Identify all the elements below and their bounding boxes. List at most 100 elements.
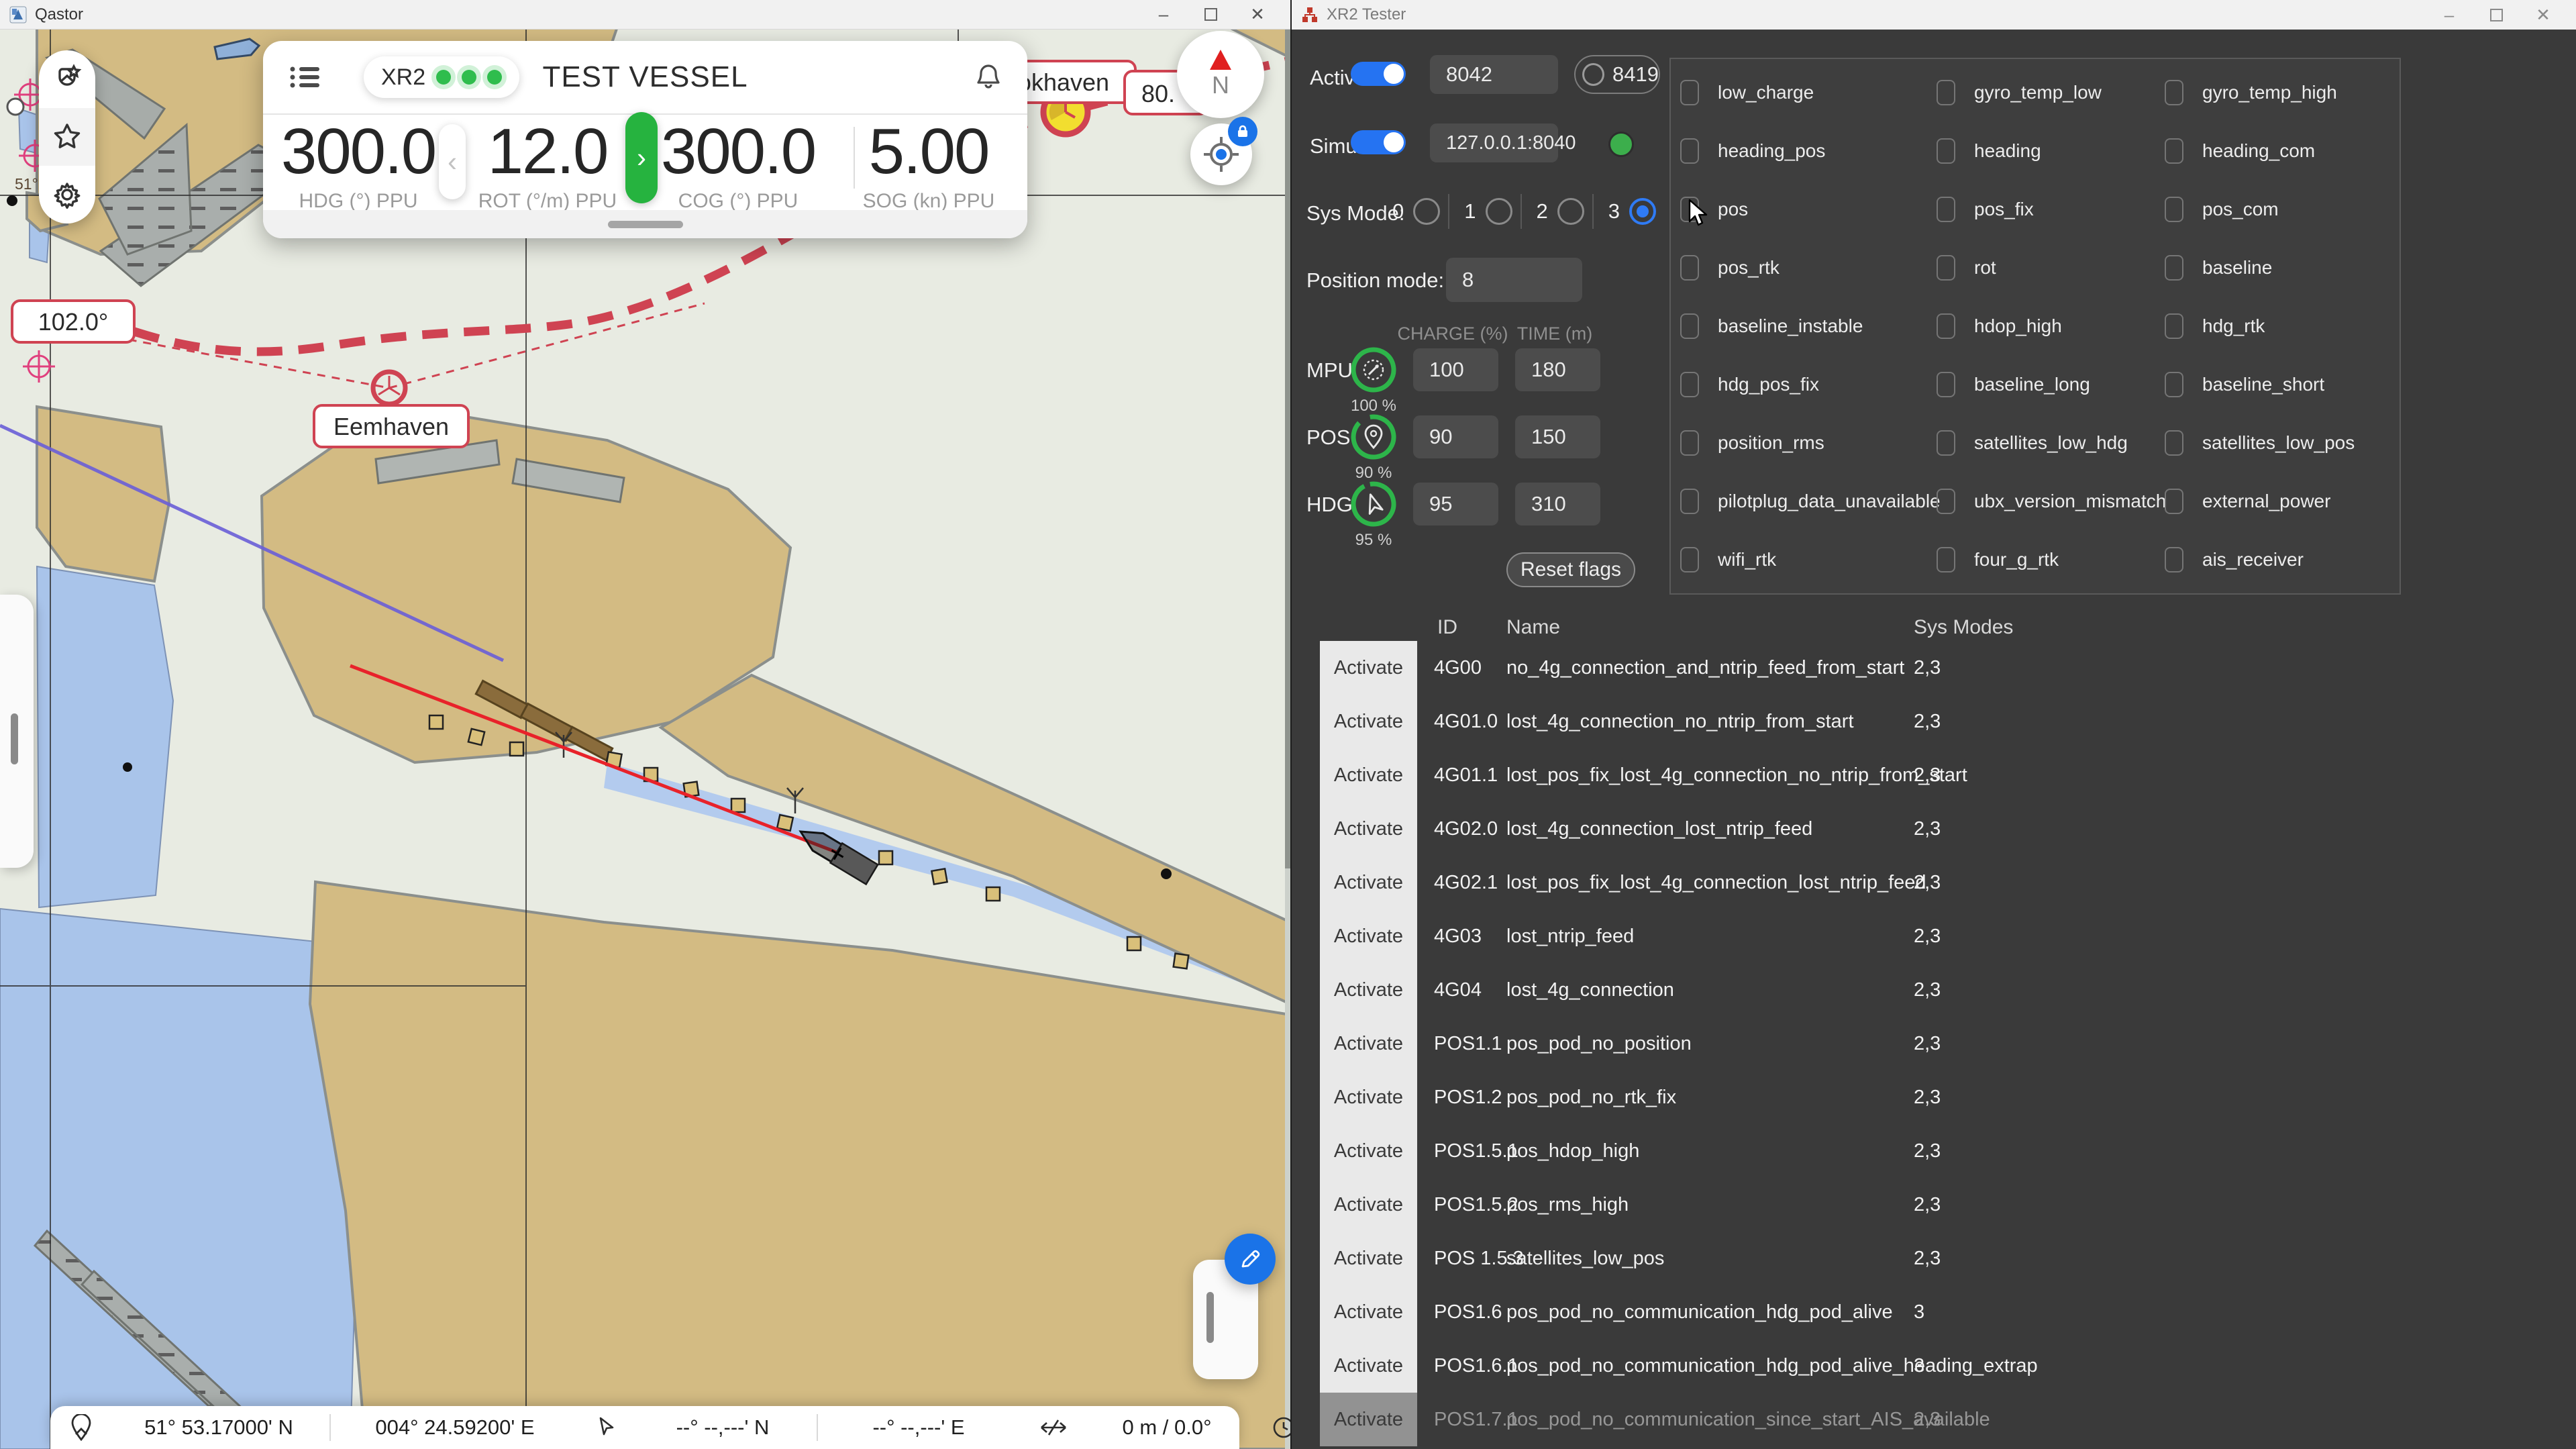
xr2-close-button[interactable]: ✕ [2520, 0, 2567, 30]
metric-rot: 12.0 ROT (°/m) PPU [460, 115, 635, 213]
settings-button[interactable] [39, 166, 95, 223]
scenario-id: POS1.6.1 [1434, 1354, 1518, 1377]
activate-button-POS 1.5.3[interactable]: Activate [1320, 1232, 1417, 1285]
pos-charge-input[interactable]: 90 [1413, 415, 1498, 458]
hdg-time-input[interactable]: 310 [1515, 483, 1600, 526]
sog-value: 5.00 [868, 115, 990, 187]
menu-icon[interactable] [289, 64, 323, 91]
drawer-handle[interactable] [11, 713, 18, 764]
flag-checkbox-rot[interactable] [1937, 254, 1955, 281]
xr2-window-title: XR2 Tester [1327, 5, 1406, 23]
flag-item-gyro_temp_low: gyro_temp_low [1937, 63, 2165, 121]
xr2-minimize-button[interactable]: – [2426, 0, 2473, 30]
map-scrollbar-thumb[interactable] [1285, 30, 1290, 868]
activate-button-4G01.0[interactable]: Activate [1320, 695, 1417, 748]
simulate-address-input[interactable]: 127.0.0.1:8040 [1430, 123, 1576, 162]
flag-label: heading_com [2202, 140, 2316, 161]
activate-button-POS1.2[interactable]: Activate [1320, 1070, 1417, 1124]
flag-checkbox-hdg_rtk[interactable] [2165, 313, 2183, 339]
flag-checkbox-position_rms[interactable] [1680, 430, 1699, 456]
activate-button-4G03[interactable]: Activate [1320, 909, 1417, 963]
locate-button[interactable] [1190, 117, 1257, 185]
panel-drag-handle[interactable] [607, 220, 683, 228]
flag-checkbox-ubx_version_mismatch[interactable] [1937, 489, 1955, 515]
flag-checkbox-pos_rtk[interactable] [1680, 254, 1699, 281]
flag-checkbox-heading_pos[interactable] [1680, 138, 1699, 164]
activate-button-4G02.0[interactable]: Activate [1320, 802, 1417, 856]
flag-checkbox-heading[interactable] [1937, 138, 1955, 164]
qastor-close-button[interactable]: ✕ [1234, 0, 1281, 30]
sys-mode-radio-3[interactable] [1629, 198, 1656, 225]
waypoint-label: Eemhaven [333, 413, 449, 440]
qastor-minimize-button[interactable]: – [1140, 0, 1187, 30]
scenario-name: no_4g_connection_and_ntrip_feed_from_sta… [1506, 656, 1905, 679]
chart-canvas[interactable]: 51° 102.0° Eemhaven Dokhaven 80. [0, 30, 1290, 1449]
sensor-name: POS [1306, 426, 1351, 449]
scenario-row-4G04: Activate 4G04 lost_4g_connection 2,3 [1292, 963, 2576, 1017]
location-pin-icon [71, 1414, 91, 1441]
edit-route-button[interactable] [1225, 1234, 1276, 1285]
hdg-charge-input[interactable]: 95 [1413, 483, 1498, 526]
activate-button-4G02.1[interactable]: Activate [1320, 856, 1417, 909]
flag-checkbox-pilotplug_data_unavailable[interactable] [1680, 489, 1699, 515]
simulate-toggle[interactable] [1351, 130, 1406, 154]
flag-checkbox-low_charge[interactable] [1680, 79, 1699, 105]
activate-button-POS1.6.1[interactable]: Activate [1320, 1339, 1417, 1393]
position-mode-input[interactable]: 8 [1446, 258, 1582, 302]
activate-button-POS1.6[interactable]: Activate [1320, 1285, 1417, 1339]
activate-button-4G01.1[interactable]: Activate [1320, 748, 1417, 802]
xr2-maximize-button[interactable] [2473, 0, 2520, 30]
activate-button-POS1.7.1[interactable]: Activate [1320, 1393, 1417, 1446]
activate-button-4G00[interactable]: Activate [1320, 641, 1417, 695]
cursor-icon [599, 1417, 614, 1436]
panel-drag-area[interactable] [263, 210, 1027, 238]
flag-checkbox-baseline_instable[interactable] [1680, 313, 1699, 339]
reset-flags-button[interactable]: Reset flags [1506, 552, 1635, 587]
flag-checkbox-external_power[interactable] [2165, 489, 2183, 515]
notifications-bell-icon[interactable] [975, 62, 1002, 92]
flag-checkbox-satellites_low_pos[interactable] [2165, 430, 2183, 456]
flag-checkbox-gyro_temp_low[interactable] [1937, 79, 1955, 105]
left-drawer-tab[interactable] [0, 595, 34, 868]
activate-button-POS1.5.2[interactable]: Activate [1320, 1178, 1417, 1232]
activate-button-POS1.5.1[interactable]: Activate [1320, 1124, 1417, 1178]
sys-mode-radio-1[interactable] [1485, 198, 1512, 225]
bearing-label: 80. [1141, 80, 1175, 107]
flag-checkbox-hdop_high[interactable] [1937, 313, 1955, 339]
sys-mode-radio-0[interactable] [1413, 198, 1441, 225]
activate-button-4G04[interactable]: Activate [1320, 963, 1417, 1017]
flag-checkbox-baseline[interactable] [2165, 254, 2183, 281]
active-port-input[interactable]: 8042 [1430, 55, 1558, 94]
pilot-marks-button[interactable] [39, 50, 95, 108]
pos-time-input[interactable]: 150 [1515, 415, 1600, 458]
flag-checkbox-pos_fix[interactable] [1937, 196, 1955, 222]
table-header-sysmodes: Sys Modes [1914, 616, 2014, 638]
favorites-button[interactable] [39, 108, 95, 166]
flag-checkbox-hdg_pos_fix[interactable] [1680, 372, 1699, 398]
flag-item-ubx_version_mismatch: ubx_version_mismatch [1937, 472, 2166, 531]
flag-checkbox-four_g_rtk[interactable] [1937, 547, 1955, 573]
map-scrollbar[interactable] [1285, 30, 1290, 1449]
flag-checkbox-satellites_low_hdg[interactable] [1937, 430, 1955, 456]
qastor-maximize-button[interactable] [1187, 0, 1234, 30]
mpu-charge-input[interactable]: 100 [1413, 348, 1498, 391]
sys-mode-radio-2[interactable] [1557, 198, 1584, 225]
flag-checkbox-baseline_short[interactable] [2165, 372, 2183, 398]
mpu-time-input[interactable]: 180 [1515, 348, 1600, 391]
activate-button-POS1.1[interactable]: Activate [1320, 1017, 1417, 1070]
compass-button[interactable]: N [1177, 31, 1264, 118]
device-pill[interactable]: XR2 [364, 56, 520, 98]
flag-checkbox-pos_com[interactable] [2165, 196, 2183, 222]
flag-checkbox-ais_receiver[interactable] [2165, 547, 2183, 573]
flag-checkbox-baseline_long[interactable] [1937, 372, 1955, 398]
flag-checkbox-gyro_temp_high[interactable] [2165, 79, 2183, 105]
standby-port-toggle[interactable]: 8419 [1574, 55, 1660, 94]
measure-icon [1041, 1419, 1066, 1436]
active-toggle[interactable] [1351, 62, 1406, 86]
flag-checkbox-wifi_rtk[interactable] [1680, 547, 1699, 573]
scenario-sysmodes: 3 [1914, 1354, 1925, 1377]
scenario-sysmodes: 2,3 [1914, 1086, 1941, 1108]
drawer-handle[interactable] [1206, 1292, 1214, 1343]
flag-checkbox-heading_com[interactable] [2165, 138, 2183, 164]
flag-label: rot [1974, 256, 1996, 278]
